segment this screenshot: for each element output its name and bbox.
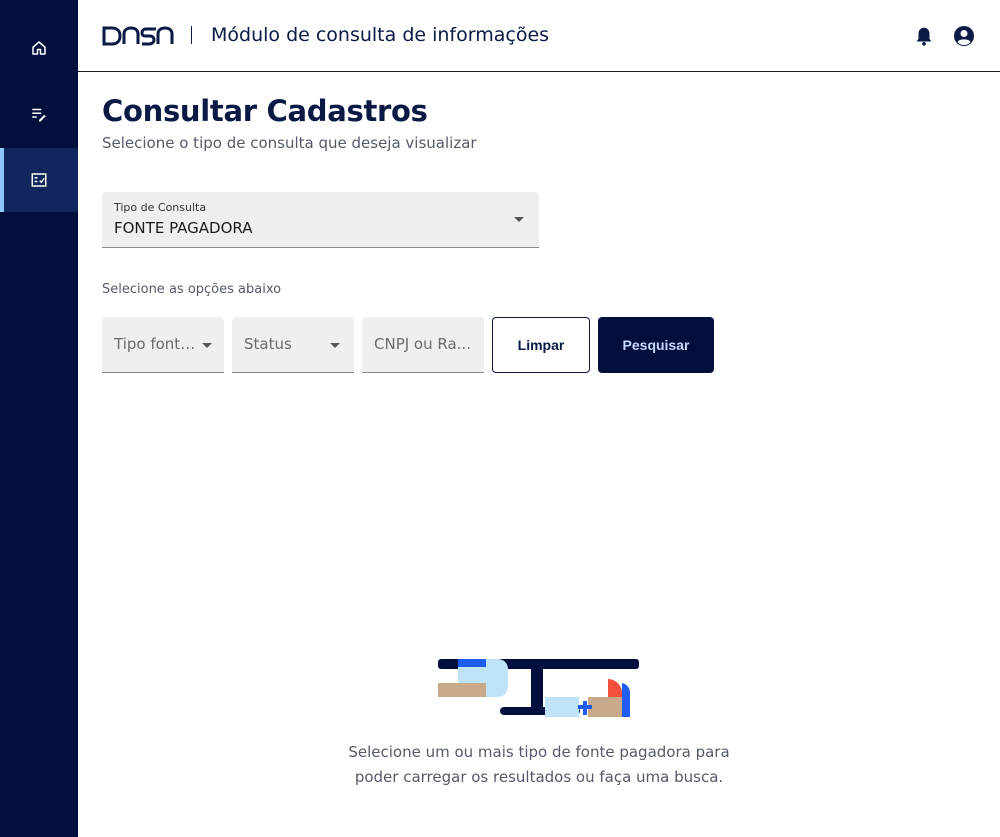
top-bar: Módulo de consulta de informações — [78, 0, 1000, 72]
page-title: Consultar Cadastros — [102, 94, 428, 128]
chevron-down-icon — [330, 343, 340, 348]
bell-icon[interactable] — [913, 25, 935, 47]
empty-state-illustration — [438, 659, 639, 717]
sidebar-item-consult[interactable] — [0, 148, 78, 212]
cnpj-input[interactable]: CNPJ ou Ra... — [362, 317, 484, 373]
source-type-placeholder: Tipo fonte p... — [114, 335, 204, 353]
checklist-icon — [31, 173, 47, 187]
home-icon — [32, 41, 46, 55]
edit-list-icon — [32, 108, 46, 122]
chevron-down-icon — [514, 217, 524, 222]
clear-button[interactable]: Limpar — [492, 317, 590, 373]
empty-state-message: Selecione um ou mais tipo de fonte pagad… — [348, 743, 730, 786]
sidebar — [0, 0, 78, 837]
module-title: Módulo de consulta de informações — [211, 24, 550, 46]
search-button[interactable]: Pesquisar — [598, 317, 714, 373]
dasa-logo — [102, 26, 174, 46]
query-type-value: FONTE PAGADORA — [114, 219, 253, 237]
query-type-label: Tipo de Consulta — [114, 201, 207, 214]
status-select[interactable]: Status — [232, 317, 354, 373]
account-icon[interactable] — [952, 24, 976, 48]
header-divider — [191, 26, 192, 44]
source-type-select[interactable]: Tipo fonte p... — [102, 317, 224, 373]
status-placeholder: Status — [244, 335, 292, 353]
options-label: Selecione as opções abaixo — [102, 282, 282, 297]
sidebar-item-edit[interactable] — [0, 82, 78, 146]
page-subtitle: Selecione o tipo de consulta que deseja … — [102, 134, 477, 152]
chevron-down-icon — [202, 343, 212, 348]
query-type-select[interactable]: Tipo de Consulta FONTE PAGADORA — [102, 192, 539, 248]
cnpj-placeholder: CNPJ ou Ra... — [374, 335, 471, 353]
sidebar-item-home[interactable] — [0, 16, 78, 80]
